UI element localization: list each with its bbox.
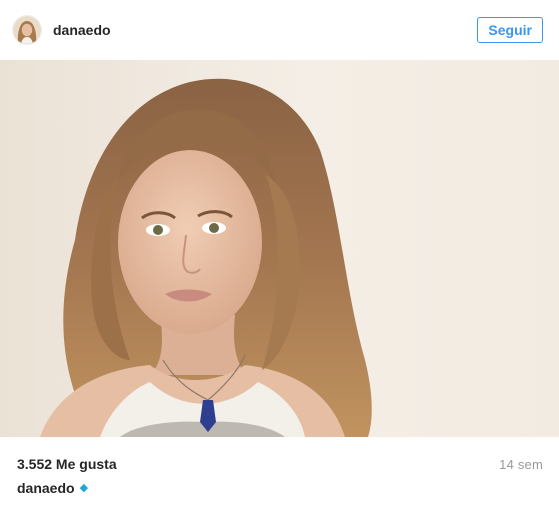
follow-button[interactable]: Seguir (477, 17, 543, 43)
caption-username[interactable]: danaedo (17, 480, 75, 496)
likes-row: 3.552 Me gusta 14 sem (17, 456, 543, 472)
post-header: danaedo Seguir (0, 0, 559, 60)
header-username[interactable]: danaedo (53, 22, 477, 38)
instagram-post: danaedo Seguir 3.552 Me gusta 14 sem dan… (0, 0, 559, 507)
avatar-image (13, 16, 41, 44)
caption-row: danaedo ◆ (17, 480, 88, 496)
post-timestamp[interactable]: 14 sem (499, 457, 543, 472)
post-footer: 3.552 Me gusta 14 sem danaedo ◆ (0, 437, 559, 507)
diamond-emoji-icon: ◆ (79, 481, 89, 494)
post-photo[interactable] (0, 60, 559, 437)
portrait-photo (0, 60, 559, 437)
avatar[interactable] (12, 15, 42, 45)
likes-count[interactable]: 3.552 Me gusta (17, 456, 117, 472)
